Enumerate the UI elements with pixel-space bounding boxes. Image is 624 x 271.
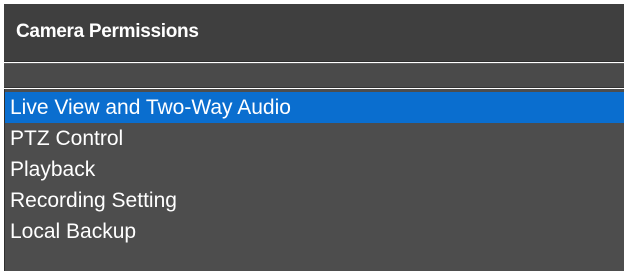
permission-item-playback[interactable]: Playback — [5, 154, 624, 185]
panel-title: Camera Permissions — [16, 21, 199, 42]
permissions-listbox[interactable]: Live View and Two-Way Audio PTZ Control … — [4, 89, 624, 271]
permission-item-live-view-two-way-audio[interactable]: Live View and Two-Way Audio — [5, 92, 624, 123]
permission-item-ptz-control[interactable]: PTZ Control — [5, 123, 624, 154]
permission-item-recording-setting[interactable]: Recording Setting — [5, 185, 624, 216]
camera-permissions-panel: Camera Permissions Live View and Two-Way… — [0, 0, 624, 271]
permissions-list: Live View and Two-Way Audio PTZ Control … — [5, 89, 624, 247]
header-separator-bar — [4, 63, 624, 88]
panel-header: Camera Permissions — [4, 4, 624, 62]
permission-item-local-backup[interactable]: Local Backup — [5, 216, 624, 247]
